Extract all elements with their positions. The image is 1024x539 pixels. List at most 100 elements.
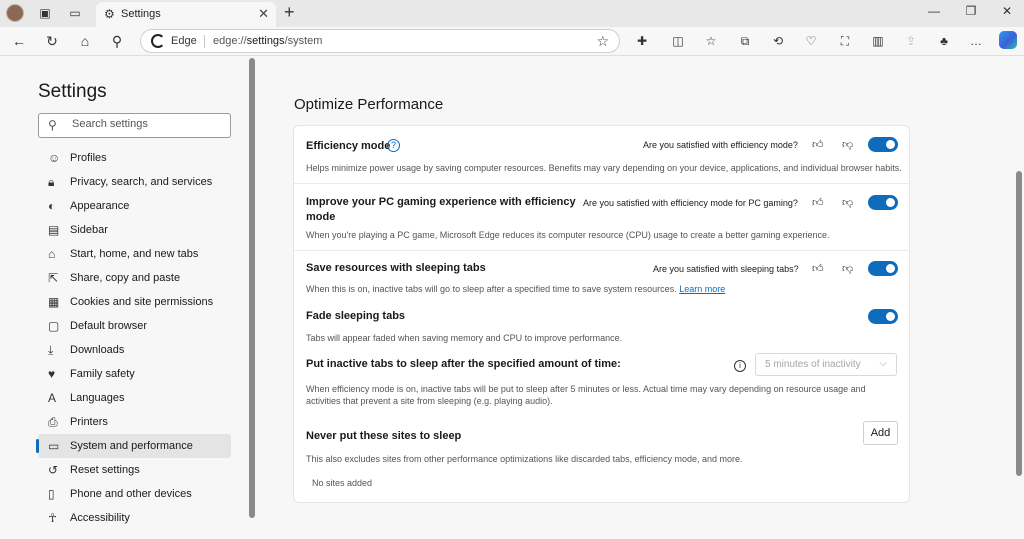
sidebar-item-label: Start, home, and new tabs (70, 248, 199, 260)
sidebar-item-languages[interactable]: A Languages (38, 386, 231, 410)
sidebar-item-appearance[interactable]: ◐ Appearance (38, 194, 231, 218)
favorite-star-icon[interactable]: ☆ (596, 33, 609, 50)
never-sleep-desc: This also excludes sites from other perf… (306, 454, 743, 464)
sidebar-item-label: Family safety (70, 368, 135, 380)
no-sites-text: No sites added (312, 478, 373, 488)
efficiency-feedback-question: Are you satisfied with efficiency mode? (643, 140, 798, 150)
phone-icon: ▯ (48, 487, 55, 501)
family-icon: ♥ (48, 367, 56, 381)
sidebar-item-label: Printers (70, 416, 108, 428)
sidebar-item-label: Languages (70, 392, 125, 404)
thumbs-down-icon[interactable]: 👎︎ (842, 262, 853, 275)
sidebar-item-label: Profiles (70, 152, 107, 164)
close-window-button[interactable]: ✕ (998, 4, 1016, 18)
sidebar-item-label: Share, copy and paste (70, 272, 181, 284)
address-bar[interactable]: Edge edge://settings/system ☆ (140, 29, 620, 53)
minimize-button[interactable]: — (925, 4, 943, 18)
inactive-time-dropdown[interactable]: 5 minutes of inactivity ⌵ (755, 353, 897, 376)
sidebar-item-share-copy-and-paste[interactable]: ⇱ Share, copy and paste (38, 266, 231, 290)
performance-card: Efficiency mode ? Are you satisfied with… (293, 125, 910, 503)
sidebar-item-sidebar[interactable]: ▤ Sidebar (38, 218, 231, 242)
games-icon[interactable]: ♣ (936, 33, 952, 49)
search-button[interactable]: ⚲ (107, 31, 127, 51)
restore-button[interactable]: ❐ (962, 4, 980, 18)
efficiency-mode-title: Efficiency mode (306, 140, 391, 152)
chevron-down-icon: ⌵ (879, 358, 887, 369)
main-scroll-thumb[interactable] (1016, 171, 1022, 476)
add-site-button[interactable]: Add (863, 421, 898, 445)
sidebar-item-privacy-search-and-services[interactable]: 🔒︎ Privacy, search, and services (38, 170, 231, 194)
sidebar-item-profiles[interactable]: ☺ Profiles (38, 146, 231, 170)
info-icon[interactable]: i (734, 360, 746, 372)
accessibility-icon: ☥ (48, 511, 57, 525)
sleeping-tabs-title: Save resources with sleeping tabs (306, 262, 486, 274)
sidebar-item-downloads[interactable]: ⤓ Downloads (38, 338, 231, 362)
sidebar-item-label: Default browser (70, 320, 148, 332)
settings-sidebar: Settings ⚲ ☺ Profiles 🔒︎ Privacy, search, a… (0, 56, 258, 537)
sidebar-scrollbar[interactable] (249, 58, 255, 539)
collections-icon[interactable]: ⧉ (737, 33, 753, 49)
profile-avatar[interactable] (6, 4, 24, 22)
sidebar-title: Settings (38, 81, 107, 102)
sidebar-item-accessibility[interactable]: ☥ Accessibility (38, 506, 231, 530)
browser-essentials-icon[interactable]: ♡ (803, 33, 819, 49)
close-tab-icon[interactable]: ✕ (258, 6, 269, 22)
inactive-time-desc-line2: activities that prevent a site from slee… (306, 396, 553, 406)
sidebar-item-label: Sidebar (70, 224, 108, 236)
language-icon: A (48, 391, 57, 405)
search-box[interactable]: ⚲ (38, 113, 231, 138)
main-scrollbar[interactable] (1014, 56, 1024, 537)
gaming-desc: When you're playing a PC game, Microsoft… (306, 230, 830, 240)
extensions-icon[interactable]: ✚ (634, 33, 650, 49)
efficiency-mode-toggle[interactable] (868, 137, 898, 152)
tab-actions-icon[interactable]: ▭ (67, 5, 83, 21)
sleeping-tabs-row: Save resources with sleeping tabs Are yo… (294, 251, 909, 301)
sidebar-item-printers[interactable]: ⎙ Printers (38, 410, 231, 434)
split-screen-icon[interactable]: ◫ (670, 33, 686, 49)
thumbs-up-icon[interactable]: 👍︎ (812, 196, 824, 209)
history-icon[interactable]: ⟲ (770, 33, 786, 49)
search-input[interactable] (72, 118, 222, 130)
thumbs-down-icon[interactable]: 👎︎ (842, 196, 853, 209)
thumbs-up-icon[interactable]: 👍︎ (812, 262, 824, 275)
sidebar-toggle-icon[interactable]: ▥ (870, 33, 886, 49)
gaming-toggle[interactable] (868, 195, 898, 210)
sidebar-item-reset-settings[interactable]: ↺ Reset settings (38, 458, 231, 482)
sidebar-item-start-home-and-new-tabs[interactable]: ⌂ Start, home, and new tabs (38, 242, 231, 266)
sidebar-item-family-safety[interactable]: ♥ Family safety (38, 362, 231, 386)
sidebar-scroll-thumb[interactable] (249, 58, 255, 518)
thumbs-up-icon[interactable]: 👍︎ (812, 138, 824, 151)
new-tab-button[interactable]: + (284, 2, 295, 23)
sidebar-item-default-browser[interactable]: ▢ Default browser (38, 314, 231, 338)
cookies-icon: ▦ (48, 295, 60, 309)
help-icon[interactable]: ? (387, 139, 400, 152)
refresh-button[interactable]: ↻ (42, 31, 62, 51)
workspaces-icon[interactable]: ▣ (37, 5, 53, 21)
copilot-icon[interactable] (999, 31, 1017, 49)
sidebar-nav: ☺ Profiles 🔒︎ Privacy, search, and services… (36, 146, 231, 530)
tab-settings[interactable]: ⚙ Settings ✕ (96, 2, 276, 27)
profile-icon: ☺ (48, 151, 61, 165)
tab-title: Settings (121, 8, 161, 20)
favorites-icon[interactable]: ☆ (703, 33, 719, 49)
sidebar-item-cookies-and-site-permissions[interactable]: ▦ Cookies and site permissions (38, 290, 231, 314)
fade-sleeping-tabs-desc: Tabs will appear faded when saving memor… (306, 333, 623, 343)
share-icon[interactable]: ⇪ (903, 33, 919, 49)
efficiency-mode-row: Efficiency mode ? Are you satisfied with… (294, 126, 909, 183)
address-url[interactable]: edge://settings/system (213, 35, 322, 47)
sidebar-item-phone-and-other-devices[interactable]: ▯ Phone and other devices (38, 482, 231, 506)
back-button[interactable]: ← (9, 31, 29, 51)
sleeping-tabs-toggle[interactable] (868, 261, 898, 276)
tab-strip: ▣ ▭ ⚙ Settings ✕ + — ❐ ✕ (0, 0, 1024, 27)
screenshot-icon[interactable]: ⛶ (837, 33, 853, 49)
fade-sleeping-tabs-toggle[interactable] (868, 309, 898, 324)
learn-more-link[interactable]: Learn more (679, 284, 725, 294)
appearance-icon: ◐ (48, 199, 56, 213)
gear-icon: ⚙ (104, 7, 115, 21)
home-button[interactable]: ⌂ (75, 31, 95, 51)
sidebar-item-system-and-performance[interactable]: ▭ System and performance (36, 434, 231, 458)
more-icon[interactable]: … (968, 33, 984, 49)
thumbs-down-icon[interactable]: 👎︎ (842, 138, 853, 151)
inactive-time-desc-line1: When efficiency mode is on, inactive tab… (306, 384, 866, 394)
fade-sleeping-tabs-row: Fade sleeping tabs Tabs will appear fade… (294, 301, 909, 346)
